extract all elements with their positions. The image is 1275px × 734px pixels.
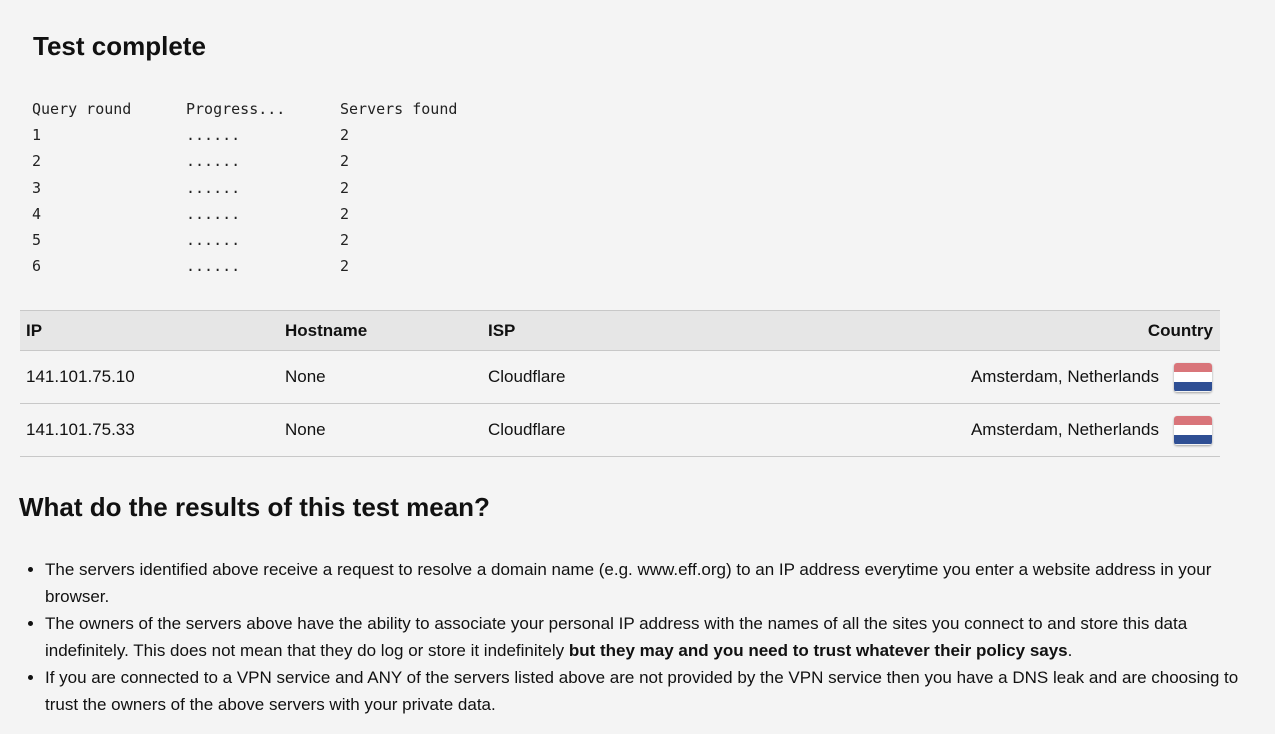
query-round-value: 5 — [32, 230, 42, 249]
netherlands-flag-icon — [1174, 415, 1212, 445]
query-row: 3 ...... 2 — [32, 176, 500, 202]
hostname-cell: None — [279, 403, 482, 457]
servers-found-value: 2 — [340, 204, 350, 223]
progress-value: ...... — [186, 178, 241, 197]
country-cell: Amsterdam, Netherlands — [673, 350, 1220, 404]
servers-found-header: Servers found — [340, 100, 458, 118]
isp-cell: Cloudflare — [482, 350, 674, 404]
page-title: Test complete — [33, 31, 206, 61]
server-table-header: IP Hostname ISP Country — [20, 310, 1220, 351]
servers-found-value: 2 — [340, 178, 350, 197]
query-row: 2 ...... 2 — [32, 149, 500, 175]
table-row: 141.101.75.33 None Cloudflare Amsterdam,… — [20, 403, 1220, 457]
query-round-table: Query round Progress... Servers found 1 … — [32, 97, 500, 280]
query-round-value: 3 — [32, 178, 42, 197]
explanation-text: The servers identified above receive a r… — [45, 560, 1212, 606]
progress-value: ...... — [186, 204, 241, 223]
query-table-header: Query round Progress... Servers found — [32, 97, 500, 123]
query-round-header: Query round — [32, 100, 132, 118]
netherlands-flag-icon — [1174, 362, 1212, 392]
query-row: 6 ...... 2 — [32, 254, 500, 280]
list-item: The servers identified above receive a r… — [45, 556, 1275, 610]
servers-found-value: 2 — [340, 257, 350, 276]
query-round-value: 6 — [32, 257, 42, 276]
progress-value: ...... — [186, 257, 241, 276]
isp-cell: Cloudflare — [482, 403, 674, 457]
progress-header: Progress... — [186, 100, 286, 118]
list-item: If you are connected to a VPN service an… — [45, 664, 1275, 718]
explanation-list: The servers identified above receive a r… — [0, 556, 1275, 718]
ip-header: IP — [20, 310, 279, 351]
query-round-value: 2 — [32, 152, 42, 171]
list-item: The owners of the servers above have the… — [45, 610, 1275, 664]
query-round-value: 1 — [32, 126, 42, 145]
explanation-bold-text: but they may and you need to trust whate… — [568, 641, 1068, 660]
country-text: Amsterdam, Netherlands — [970, 420, 1159, 439]
ip-cell: 141.101.75.10 — [20, 350, 279, 404]
query-row: 5 ...... 2 — [32, 228, 500, 254]
explanation-text-end: . — [1067, 641, 1073, 660]
dns-server-table: IP Hostname ISP Country 141.101.75.10 No… — [20, 310, 1220, 457]
hostname-cell: None — [279, 350, 482, 404]
explanation-text: If you are connected to a VPN service an… — [45, 668, 1239, 714]
country-header: Country — [673, 310, 1220, 351]
country-text: Amsterdam, Netherlands — [970, 367, 1159, 386]
query-row: 4 ...... 2 — [32, 202, 500, 228]
query-round-value: 4 — [32, 204, 42, 223]
query-row: 1 ...... 2 — [32, 123, 500, 149]
progress-value: ...... — [186, 126, 241, 145]
isp-header: ISP — [482, 310, 674, 351]
results-explanation-heading: What do the results of this test mean? — [19, 492, 490, 522]
progress-value: ...... — [186, 230, 241, 249]
ip-cell: 141.101.75.33 — [20, 403, 279, 457]
hostname-header: Hostname — [279, 310, 482, 351]
progress-value: ...... — [186, 152, 241, 171]
servers-found-value: 2 — [340, 230, 350, 249]
table-row: 141.101.75.10 None Cloudflare Amsterdam,… — [20, 350, 1220, 404]
country-cell: Amsterdam, Netherlands — [673, 403, 1220, 457]
servers-found-value: 2 — [340, 152, 350, 171]
servers-found-value: 2 — [340, 126, 350, 145]
